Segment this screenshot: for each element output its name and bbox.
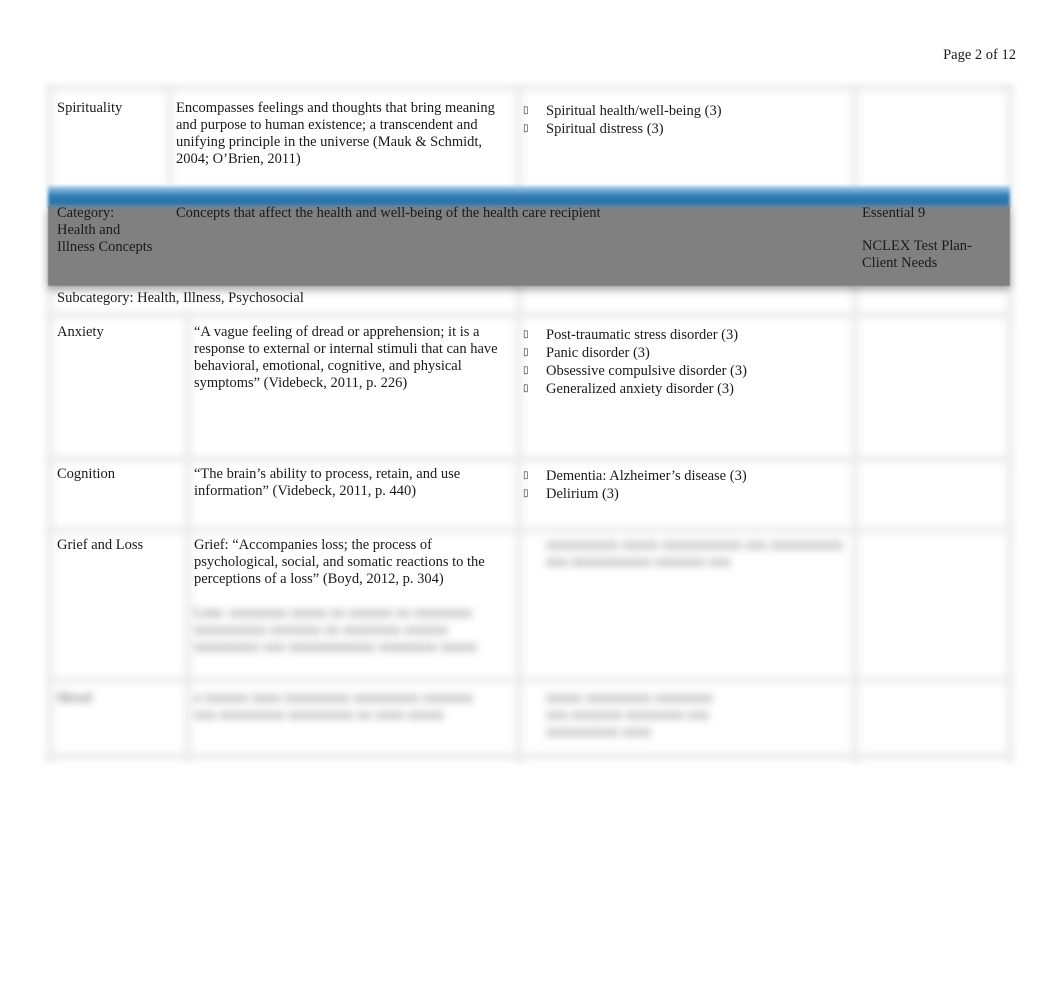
exemplars-spirituality: ▯ Spiritual health/well-being (3) ▯ Spirit… — [523, 102, 722, 138]
exemplar-item: ▯ Spiritual health/well-being (3) — [523, 103, 722, 119]
row-divider-grief — [47, 673, 1012, 687]
exemplars-anxiety: ▯ Post-traumatic stress disorder (3) ▯ Pan… — [523, 326, 747, 398]
definition-loss-blurred: Loss: xxxxxxxx xxxxx xx xxxxxx xx xxxxxx… — [194, 605, 477, 655]
exemplar-item: ▯ Panic disorder (3) — [523, 345, 650, 361]
definition-grief: Grief: “Accompanies loss; the process of… — [194, 537, 485, 587]
category-description: Concepts that affect the health and well… — [176, 205, 601, 221]
table-border-top — [47, 81, 1012, 95]
bullet-icon: ▯ — [523, 329, 529, 340]
exemplar-item: ▯ Post-traumatic stress disorder (3) — [523, 327, 739, 343]
row-divider-cognition — [47, 523, 1012, 537]
exemplar-item: ▯ Dementia: Alzheimer’s disease (3) — [523, 468, 747, 484]
bullet-icon: ▯ — [523, 105, 529, 116]
exemplar-item: ▯ Obsessive compulsive disorder (3) — [523, 363, 747, 379]
exemplar-item: ▯ Generalized anxiety disorder (3) — [523, 381, 735, 397]
bullet-icon: ▯ — [523, 123, 529, 134]
concept-cognition: Cognition — [57, 466, 116, 482]
row-divider-subcategory — [47, 308, 1012, 322]
definition-spirituality: Encompasses feelings and thoughts that b… — [176, 100, 495, 167]
table-border-bottom — [47, 749, 1012, 763]
category-essential: Essential 9 — [862, 205, 926, 221]
concept-spirituality: Spirituality — [57, 100, 123, 116]
bullet-icon: ▯ — [523, 347, 529, 358]
definition-mood-blurred: x xxxxxx xxxx xxxxxxxxx xxxxxxxxx xxxxxx… — [194, 690, 474, 723]
subcategory-label: Subcategory: Health, Illness, Psychosoci… — [57, 290, 304, 306]
concept-grief-and-loss: Grief and Loss — [57, 537, 144, 553]
definition-cognition: “The brain’s ability to process, retain,… — [194, 466, 461, 499]
concept-mood-blurred: Mood — [57, 690, 92, 706]
definition-anxiety: “A vague feeling of dread or apprehensio… — [194, 324, 498, 391]
column-divider-1 — [163, 85, 177, 185]
category-label: Category: Health and Illness Concepts — [57, 205, 153, 255]
page-number: Page 2 of 12 — [943, 47, 1016, 63]
bullet-icon: ▯ — [523, 470, 529, 481]
exemplars-mood-blurred: xxxxx xxxxxxxxx xxxxxxxx xxx xxxxxxx xxx… — [546, 690, 713, 740]
row-divider-anxiety — [47, 452, 1012, 466]
exemplar-item: ▯ Delirium (3) — [523, 486, 619, 502]
bullet-icon: ▯ — [523, 488, 529, 499]
bullet-icon: ▯ — [523, 383, 529, 394]
category-nclex: NCLEX Test Plan- Client Needs — [862, 238, 972, 271]
exemplars-grief-blurred: xxxxxxxxxx xxxxx xxxxxxxxxxx xxx xxxxxxx… — [546, 537, 844, 570]
exemplars-cognition: ▯ Dementia: Alzheimer’s disease (3) ▯ Deli… — [523, 467, 747, 503]
bullet-icon: ▯ — [523, 365, 529, 376]
exemplar-item: ▯ Spiritual distress (3) — [523, 121, 664, 137]
concept-anxiety: Anxiety — [57, 324, 104, 340]
